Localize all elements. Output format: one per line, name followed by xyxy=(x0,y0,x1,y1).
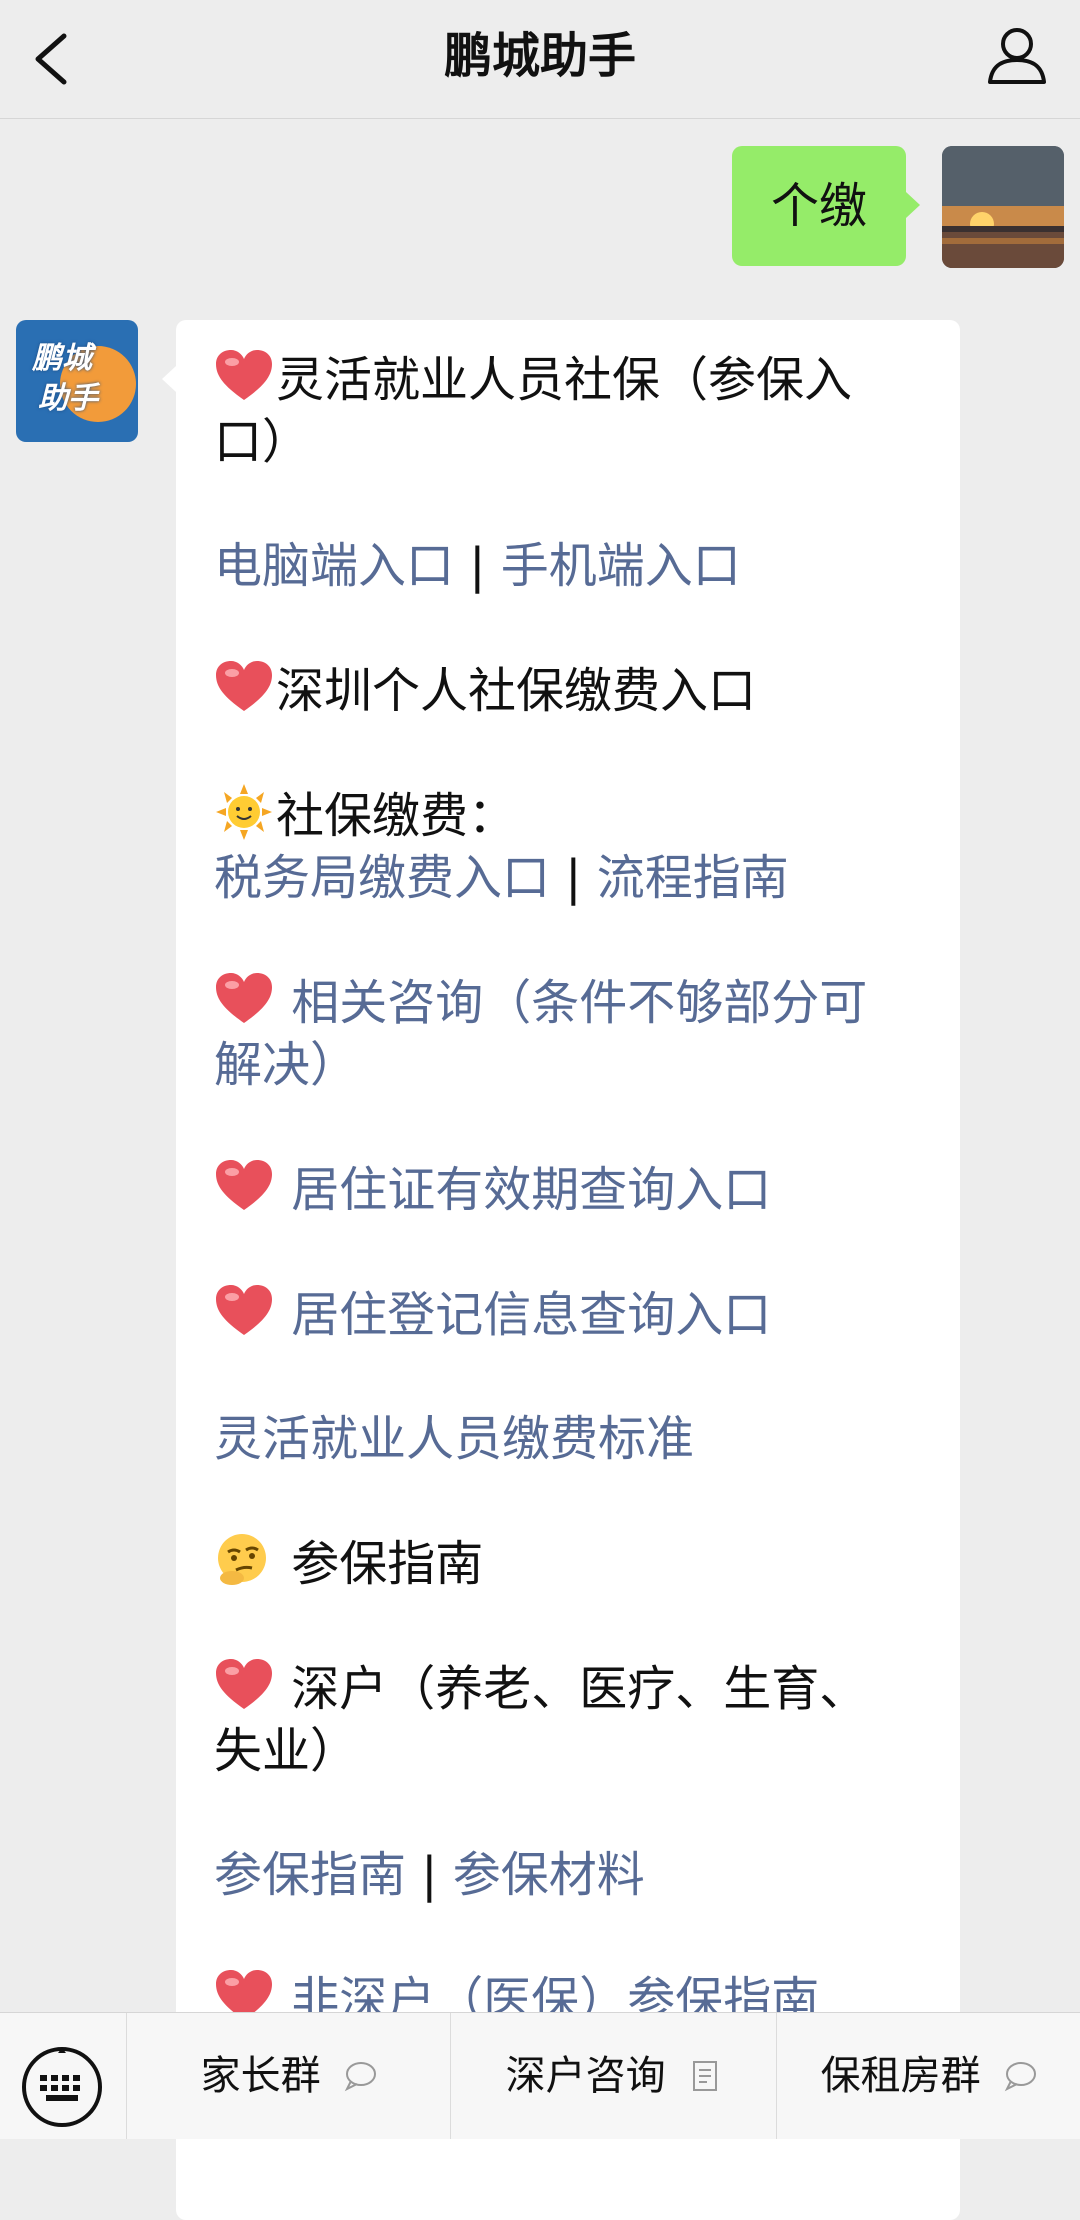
residence-registration-link[interactable]: 居住登记信息查询入口 xyxy=(276,1287,771,1343)
menu-item-label: 深户咨询 xyxy=(505,2053,666,2099)
separator: | xyxy=(406,1847,453,1903)
flexible-employment-heading: 灵活就业人员社保（参保入 xyxy=(276,352,853,408)
heart-emoji xyxy=(216,1160,272,1210)
line-10: 居住登记信息查询入口 xyxy=(214,1283,930,1346)
mobile-entry-link[interactable]: 手机端入口 xyxy=(501,538,741,594)
tax-bureau-entry-link[interactable]: 税务局缴费入口 xyxy=(214,850,550,906)
keyboard-icon[interactable] xyxy=(18,2043,106,2131)
line-8: 解决） xyxy=(214,1034,930,1096)
logo-text-line2: 助手 xyxy=(38,381,98,416)
top-bar: 鹏城助手 xyxy=(0,0,1080,119)
message-body: 灵活就业人员社保（参保入 口） 电脑端入口 | 手机端入口 深圳个人社保缴费入口… xyxy=(214,348,930,2031)
line-5: 社保缴费： xyxy=(214,784,930,847)
user-icon[interactable] xyxy=(982,20,1052,90)
line-7: 相关咨询（条件不够部分可 xyxy=(214,971,930,1034)
incoming-message-bubble: 灵活就业人员社保（参保入 口） 电脑端入口 | 手机端入口 深圳个人社保缴费入口… xyxy=(162,320,960,2220)
line-1: 灵活就业人员社保（参保入 xyxy=(214,348,930,411)
heart-emoji xyxy=(216,973,272,1023)
bot-avatar[interactable]: 鹏城 助手 xyxy=(16,320,138,442)
separator: | xyxy=(454,538,501,594)
line-9: 居住证有效期查询入口 xyxy=(214,1158,930,1221)
line-6: 税务局缴费入口 | 流程指南 xyxy=(214,847,930,909)
thinking-emoji xyxy=(218,1534,266,1585)
line-3: 电脑端入口 | 手机端入口 xyxy=(214,535,930,597)
process-guide-link[interactable]: 流程指南 xyxy=(597,850,789,906)
chat-bubble-icon xyxy=(1005,2062,1037,2092)
menu-item-rental-housing-group[interactable]: 保租房群 xyxy=(776,2013,1080,2139)
sun-emoji xyxy=(216,784,272,840)
sunset-image xyxy=(942,146,1064,268)
user-avatar[interactable] xyxy=(942,146,1064,268)
line-14: 失业） xyxy=(214,1720,930,1782)
pc-entry-link[interactable]: 电脑端入口 xyxy=(214,538,454,594)
heart-emoji xyxy=(216,661,272,711)
bot-logo: 鹏城 助手 xyxy=(28,336,136,426)
document-icon xyxy=(693,2061,718,2091)
outgoing-message-bubble[interactable]: 个缴 xyxy=(732,146,920,266)
bottom-menu-bar: 家长群 深户咨询 保租房群 xyxy=(0,2012,1080,2139)
social-insurance-payment-label: 社保缴费： xyxy=(276,788,517,844)
logo-text-line1: 鹏城 xyxy=(32,341,92,376)
line-12: 参保指南 xyxy=(214,1532,930,1595)
heart-emoji xyxy=(216,350,272,400)
menu-item-label: 保租房群 xyxy=(820,2053,981,2099)
related-consultation-link[interactable]: 相关咨询（条件不够部分可 xyxy=(276,975,867,1031)
insurance-guide-link[interactable]: 参保指南 xyxy=(214,1847,406,1903)
line-2: 口） xyxy=(214,411,930,473)
line-15: 参保指南 | 参保材料 xyxy=(214,1844,930,1906)
heart-emoji xyxy=(216,1285,272,1335)
outgoing-message-text: 个缴 xyxy=(770,178,867,234)
separator: | xyxy=(550,850,597,906)
shenzhen-hukou-heading: 深户（养老、医疗、生育、 xyxy=(276,1661,868,1717)
chat-title: 鹏城助手 xyxy=(443,28,636,84)
line-13: 深户（养老、医疗、生育、 xyxy=(214,1657,930,1720)
heart-emoji xyxy=(216,1659,272,1709)
shenzhen-payment-heading: 深圳个人社保缴费入口 xyxy=(276,663,757,719)
line-4: 深圳个人社保缴费入口 xyxy=(214,659,930,722)
shenzhen-hukou-heading-cont: 失业） xyxy=(214,1723,359,1779)
menu-item-hukou-consultation[interactable]: 深户咨询 xyxy=(450,2013,777,2139)
payment-standard-link[interactable]: 灵活就业人员缴费标准 xyxy=(214,1411,694,1467)
insurance-materials-link[interactable]: 参保材料 xyxy=(453,1847,645,1903)
line-11: 灵活就业人员缴费标准 xyxy=(214,1408,930,1470)
chat-bubble-icon xyxy=(345,2062,377,2092)
menu-item-label: 家长群 xyxy=(200,2053,321,2099)
related-consultation-link-cont[interactable]: 解决） xyxy=(214,1037,358,1093)
insurance-guide-heading: 参保指南 xyxy=(276,1536,484,1592)
residence-permit-validity-link[interactable]: 居住证有效期查询入口 xyxy=(276,1162,771,1218)
flexible-employment-heading-cont: 口） xyxy=(214,414,311,470)
menu-item-parents-group[interactable]: 家长群 xyxy=(126,2013,451,2139)
